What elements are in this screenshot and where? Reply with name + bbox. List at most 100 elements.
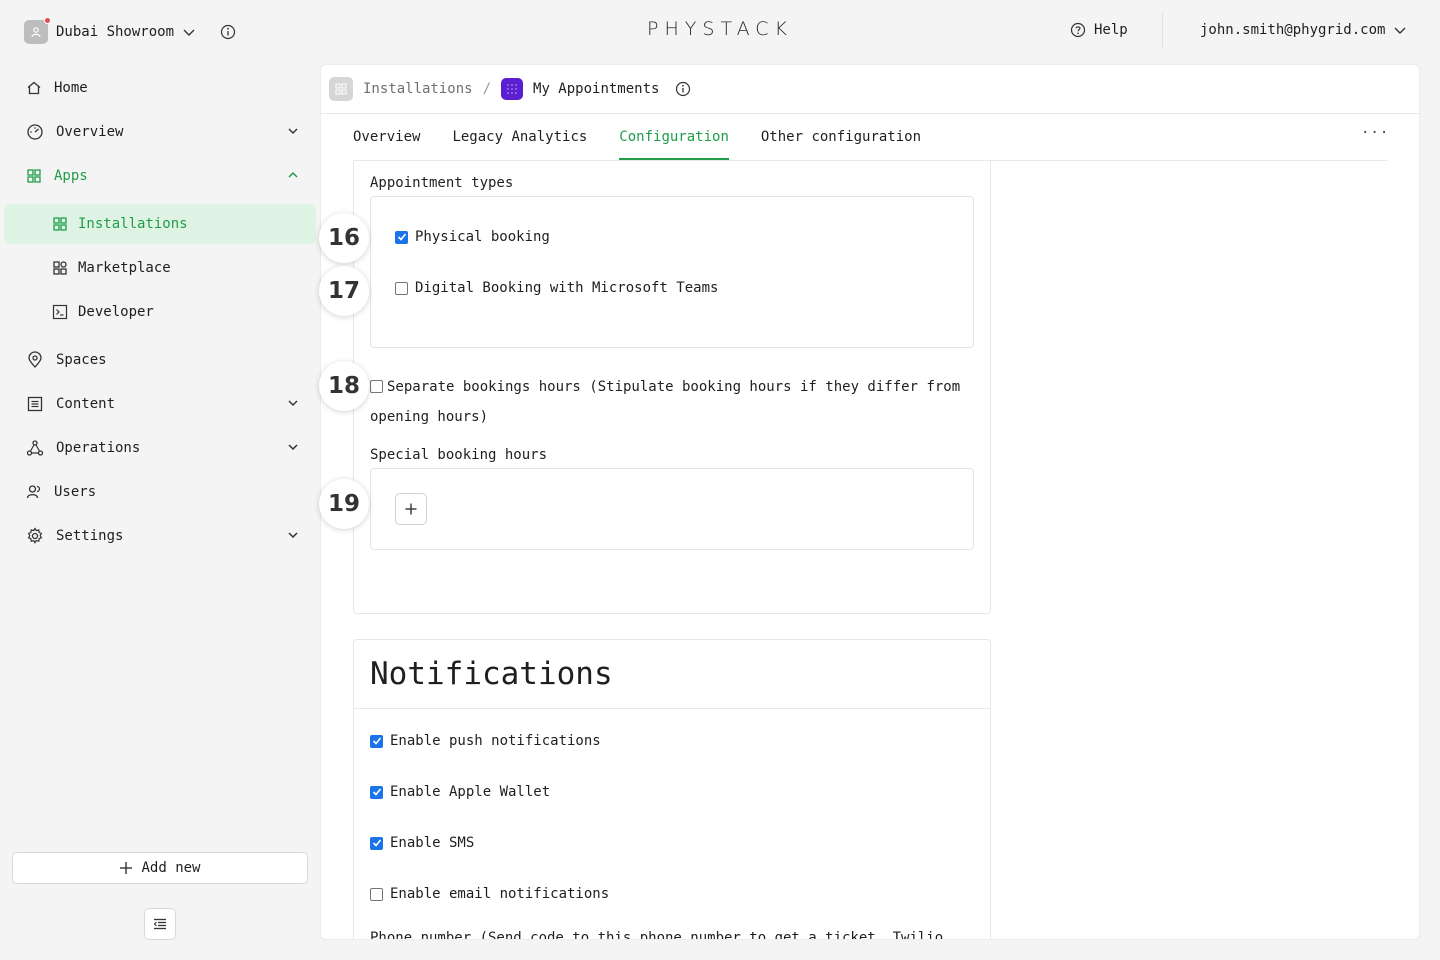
sidebar-item-settings[interactable]: Settings bbox=[26, 516, 306, 556]
checkbox-unchecked[interactable] bbox=[370, 380, 383, 393]
sidebar-item-spaces[interactable]: Spaces bbox=[26, 340, 306, 380]
sidebar-item-users[interactable]: Users bbox=[26, 472, 306, 512]
breadcrumb: Installations / My Appointments bbox=[329, 77, 691, 101]
chevron-down-icon[interactable] bbox=[182, 25, 196, 39]
org-avatar bbox=[24, 17, 51, 44]
sidebar-item-overview[interactable]: Overview bbox=[26, 112, 306, 152]
person-icon bbox=[31, 27, 41, 38]
chevron-down-icon[interactable] bbox=[286, 440, 300, 454]
annotation-badge: 18 bbox=[319, 361, 369, 411]
sidebar-item-apps[interactable]: Apps bbox=[26, 156, 306, 196]
chevron-down-icon[interactable] bbox=[286, 124, 300, 138]
org-switcher[interactable]: Dubai Showroom bbox=[24, 17, 236, 44]
checkbox-label-continued: opening hours) bbox=[370, 409, 489, 425]
sidebar-item-label: Content bbox=[56, 396, 116, 412]
push-notifications-checkbox[interactable]: Enable push notifications bbox=[370, 733, 601, 749]
appointment-types-box: Physical booking Digital Booking with Mi… bbox=[370, 196, 974, 348]
more-options-button[interactable]: ··· bbox=[1361, 125, 1389, 141]
sidebar-item-home[interactable]: Home bbox=[26, 68, 306, 108]
tab-legacy-analytics[interactable]: Legacy Analytics bbox=[452, 114, 587, 160]
sidebar-item-label: Apps bbox=[54, 168, 88, 184]
checkbox-checked[interactable] bbox=[370, 734, 383, 748]
checkbox-checked[interactable] bbox=[370, 785, 383, 799]
tab-overview[interactable]: Overview bbox=[353, 114, 420, 160]
installations-icon bbox=[329, 77, 353, 101]
digital-booking-checkbox[interactable]: Digital Booking with Microsoft Teams bbox=[395, 280, 718, 296]
checkbox-checked[interactable] bbox=[395, 230, 408, 244]
help-button[interactable]: Help bbox=[1070, 22, 1128, 38]
email-notifications-checkbox[interactable]: Enable email notifications bbox=[370, 886, 609, 902]
annotation-badge: 16 bbox=[319, 213, 369, 263]
checkbox-unchecked[interactable] bbox=[395, 281, 408, 295]
user-menu[interactable]: john.smith@phygrid.com bbox=[1200, 22, 1407, 38]
add-new-button[interactable]: Add new bbox=[12, 852, 308, 884]
checkbox-label: Enable Apple Wallet bbox=[390, 784, 551, 800]
sidebar-item-installations[interactable]: Installations bbox=[4, 204, 316, 244]
checkbox-label: Separate bookings hours (Stipulate booki… bbox=[387, 379, 961, 395]
tab-other-configuration[interactable]: Other configuration bbox=[761, 114, 921, 160]
info-icon[interactable] bbox=[220, 24, 236, 40]
appointment-types-label: Appointment types bbox=[370, 175, 514, 191]
chevron-down-icon bbox=[1393, 23, 1407, 37]
sidebar-item-label: Overview bbox=[56, 124, 124, 140]
phone-number-label: Phone number (Send code to this phone nu… bbox=[370, 930, 944, 940]
tab-configuration[interactable]: Configuration bbox=[619, 114, 729, 160]
users-icon bbox=[26, 484, 42, 500]
sidebar-item-developer[interactable]: Developer bbox=[4, 292, 316, 332]
sidebar-item-marketplace[interactable]: Marketplace bbox=[4, 248, 316, 288]
help-label: Help bbox=[1094, 22, 1128, 38]
sidebar-item-label: Operations bbox=[56, 440, 141, 456]
sidebar-item-label: Installations bbox=[78, 216, 188, 232]
main-panel: Installations / My Appointments Overview… bbox=[320, 64, 1420, 940]
sidebar-item-label: Spaces bbox=[56, 352, 107, 368]
plus-icon bbox=[404, 502, 418, 516]
apps-icon bbox=[26, 168, 42, 184]
checkbox-label: Physical booking bbox=[415, 229, 550, 245]
annotation-badge: 19 bbox=[319, 479, 369, 529]
sms-checkbox[interactable]: Enable SMS bbox=[370, 835, 474, 851]
checkbox-label: Enable email notifications bbox=[390, 886, 610, 902]
sidebar-item-content[interactable]: Content bbox=[26, 384, 306, 424]
tab-bar: Overview Legacy Analytics Configuration … bbox=[353, 114, 921, 160]
plus-icon bbox=[119, 861, 133, 875]
grid-icon bbox=[52, 216, 68, 232]
special-booking-hours-box bbox=[370, 468, 974, 550]
dashboard-icon bbox=[26, 123, 44, 141]
content-icon bbox=[26, 395, 44, 413]
marketplace-icon bbox=[52, 260, 68, 276]
gear-icon bbox=[26, 527, 44, 545]
add-new-label: Add new bbox=[141, 860, 201, 876]
divider bbox=[1162, 12, 1163, 48]
annotation-badge: 17 bbox=[319, 266, 369, 316]
checkbox-checked[interactable] bbox=[370, 836, 383, 850]
breadcrumb-current: My Appointments bbox=[533, 81, 660, 97]
add-special-hours-button[interactable] bbox=[395, 493, 427, 525]
app-icon bbox=[501, 78, 524, 100]
notification-dot bbox=[44, 17, 51, 24]
operations-icon bbox=[26, 439, 44, 457]
special-booking-hours-label: Special booking hours bbox=[370, 447, 548, 463]
separate-hours-checkbox[interactable]: Separate bookings hours (Stipulate booki… bbox=[370, 372, 974, 432]
phystack-logo: PHYSTACK bbox=[647, 18, 793, 40]
chevron-down-icon[interactable] bbox=[286, 528, 300, 542]
home-icon bbox=[26, 80, 42, 96]
chevron-up-icon[interactable] bbox=[286, 168, 300, 182]
chevron-down-icon[interactable] bbox=[286, 396, 300, 410]
divider bbox=[354, 708, 990, 709]
breadcrumb-parent[interactable]: Installations bbox=[363, 81, 473, 97]
top-bar: Dubai Showroom PHYSTACK Help john.smith@… bbox=[0, 0, 1440, 64]
sidebar-item-label: Settings bbox=[56, 528, 124, 544]
terminal-icon bbox=[52, 304, 68, 320]
info-icon[interactable] bbox=[675, 81, 691, 97]
notifications-title: Notifications bbox=[370, 656, 613, 692]
sidebar-item-label: Marketplace bbox=[78, 260, 171, 276]
checkbox-unchecked[interactable] bbox=[370, 887, 383, 901]
org-name: Dubai Showroom bbox=[56, 24, 175, 40]
physical-booking-checkbox[interactable]: Physical booking bbox=[395, 229, 550, 245]
sidebar-item-operations[interactable]: Operations bbox=[26, 428, 306, 468]
collapse-sidebar-button[interactable] bbox=[144, 908, 176, 940]
sidebar-item-label: Users bbox=[54, 484, 97, 500]
checkbox-label: Enable push notifications bbox=[390, 733, 601, 749]
apple-wallet-checkbox[interactable]: Enable Apple Wallet bbox=[370, 784, 550, 800]
sidebar-item-label: Developer bbox=[78, 304, 154, 320]
